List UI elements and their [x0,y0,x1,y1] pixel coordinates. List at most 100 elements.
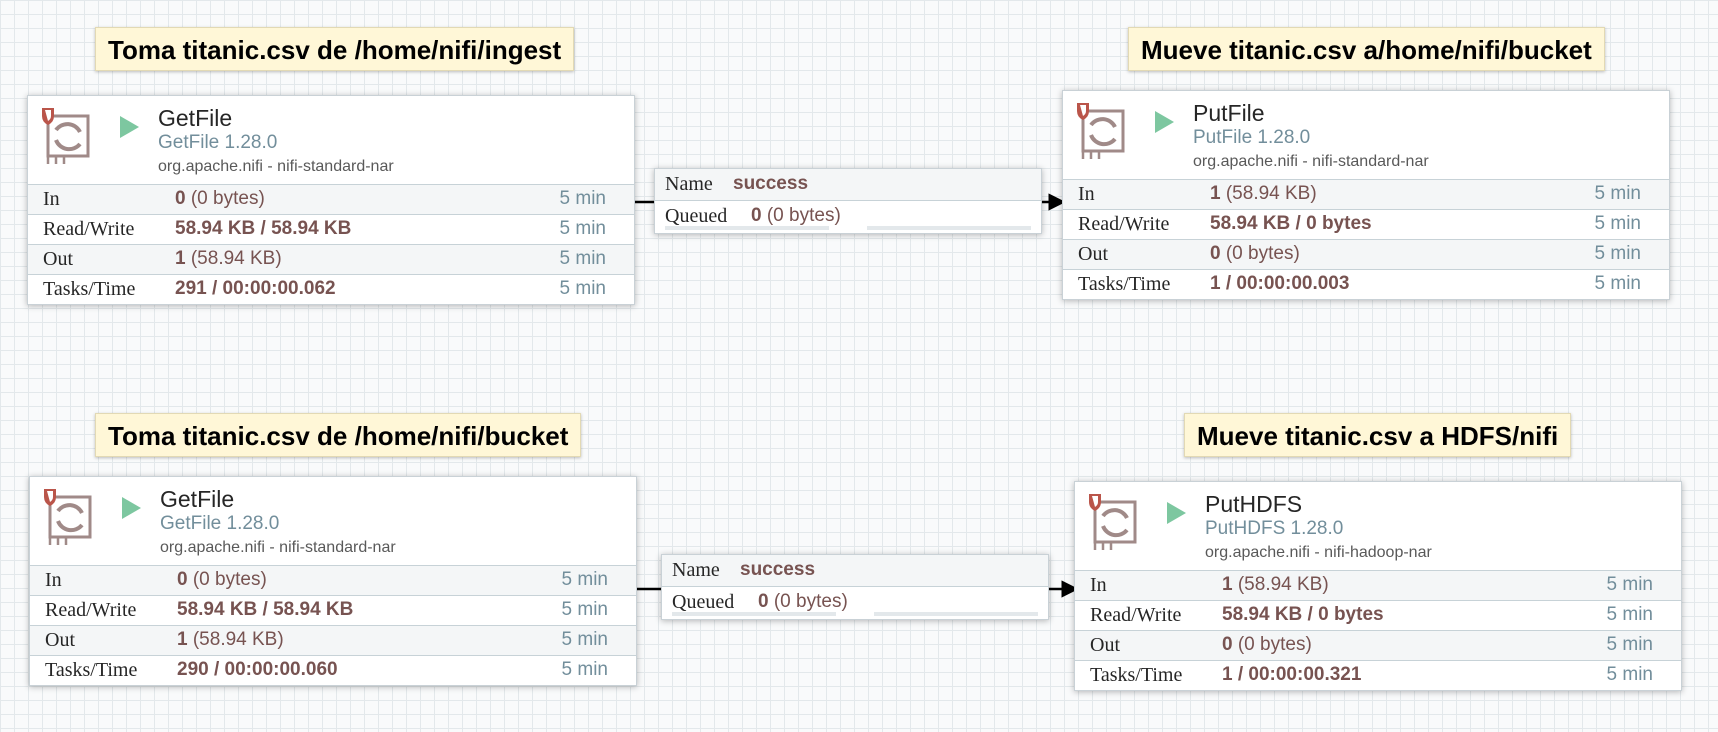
run-status-icon [120,116,139,138]
stat-time: 5 min [561,629,608,650]
stat-key: Out [1090,634,1120,656]
connection-box-1[interactable]: Name success Queued 0 (0 bytes) [654,168,1042,234]
stat-time: 5 min [1594,273,1641,294]
stats-row: In 1 (58.94 KB) 5 min [1063,179,1669,209]
run-status-icon [1155,111,1174,133]
stat-key: Read/Write [1090,604,1182,626]
stat-key: Out [1078,243,1108,265]
stat-time: 5 min [1606,574,1653,595]
processor-puthdfs[interactable]: PutHDFS PutHDFS 1.28.0 org.apache.nifi - n… [1074,481,1682,691]
stat-value: 58.94 KB / 0 bytes [1222,604,1384,625]
stat-time: 5 min [1594,213,1641,234]
stat-value: 1 / 00:00:00.003 [1210,273,1350,294]
processor-header: PutHDFS PutHDFS 1.28.0 org.apache.nifi - n… [1075,482,1681,570]
connection-queued-key: Queued [665,205,728,227]
processor-icon [42,108,90,164]
stat-time: 5 min [559,218,606,239]
stat-key: In [43,188,60,210]
queue-count-bar [665,226,829,230]
processor-bundle: org.apache.nifi - nifi-standard-nar [160,539,396,556]
connection-name-value: success [733,173,809,194]
stat-time: 5 min [561,599,608,620]
stats-row: Tasks/Time 1 / 00:00:00.321 5 min [1075,660,1681,690]
label-2[interactable]: Mueve titanic.csv a/home/nifi/bucket [1128,27,1605,71]
stats-row: Tasks/Time 290 / 00:00:00.060 5 min [30,655,636,685]
stat-value: 0 (0 bytes) [1210,243,1300,264]
connection-queued-value: 0 (0 bytes) [751,205,841,226]
processor-getfile-2[interactable]: GetFile GetFile 1.28.0 org.apache.nifi - n… [29,476,637,686]
stat-time: 5 min [1594,243,1641,264]
stat-time: 5 min [559,248,606,269]
connection-name-key: Name [672,559,720,581]
label-4[interactable]: Mueve titanic.csv a HDFS/nifi [1184,413,1572,457]
processor-header: PutFile PutFile 1.28.0 org.apache.nifi - n… [1063,91,1669,179]
processor-bundle: org.apache.nifi - nifi-standard-nar [158,158,394,175]
stats-row: In 0 (0 bytes) 5 min [30,565,636,595]
connection-queued-value: 0 (0 bytes) [758,591,848,612]
processor-bundle: org.apache.nifi - nifi-hadoop-nar [1205,544,1432,561]
stats-row: Out 0 (0 bytes) 5 min [1063,239,1669,269]
connection-name-key: Name [665,173,713,195]
processor-header: GetFile GetFile 1.28.0 org.apache.nifi - n… [30,477,636,565]
queue-size-bar [874,612,1038,616]
stat-value: 1 (58.94 KB) [1222,574,1329,595]
stat-value: 291 / 00:00:00.062 [175,278,336,299]
stat-key: In [45,569,62,591]
processor-header: GetFile GetFile 1.28.0 org.apache.nifi - n… [28,96,634,184]
stat-time: 5 min [1606,604,1653,625]
stats-row: Tasks/Time 291 / 00:00:00.062 5 min [28,274,634,304]
stat-value: 290 / 00:00:00.060 [177,659,338,680]
stats-row: Out 1 (58.94 KB) 5 min [28,244,634,274]
stat-value: 1 (58.94 KB) [177,629,284,650]
stat-value: 0 (0 bytes) [1222,634,1312,655]
label-3[interactable]: Toma titanic.csv de /home/nifi/bucket [95,413,582,457]
run-status-icon [1167,502,1186,524]
stats-row: Out 0 (0 bytes) 5 min [1075,630,1681,660]
processor-version: GetFile 1.28.0 [158,132,278,153]
processor-icon [1089,494,1137,550]
stat-value: 1 / 00:00:00.321 [1222,664,1362,685]
stat-value: 0 (0 bytes) [177,569,267,590]
stat-value: 58.94 KB / 0 bytes [1210,213,1372,234]
stat-key: In [1090,574,1107,596]
stat-key: Tasks/Time [43,278,136,300]
stat-time: 5 min [1594,183,1641,204]
stat-time: 5 min [561,569,608,590]
stat-time: 5 min [1606,634,1653,655]
stats-row: Read/Write 58.94 KB / 0 bytes 5 min [1063,209,1669,239]
run-status-icon [122,497,141,519]
processor-name: GetFile [160,486,235,512]
processor-name: PutHDFS [1205,491,1303,517]
stats-row: Read/Write 58.94 KB / 58.94 KB 5 min [30,595,636,625]
queue-count-bar [672,612,836,616]
stat-key: Read/Write [45,599,137,621]
stats-row: Out 1 (58.94 KB) 5 min [30,625,636,655]
stat-key: In [1078,183,1095,205]
stat-value: 1 (58.94 KB) [175,248,282,269]
stat-key: Read/Write [43,218,135,240]
label-1[interactable]: Toma titanic.csv de /home/nifi/ingest [95,27,575,71]
stats-row: Read/Write 58.94 KB / 0 bytes 5 min [1075,600,1681,630]
processor-version: PutFile 1.28.0 [1193,127,1311,148]
connection-box-2[interactable]: Name success Queued 0 (0 bytes) [661,554,1049,620]
stats-row: In 1 (58.94 KB) 5 min [1075,570,1681,600]
processor-version: GetFile 1.28.0 [160,513,280,534]
connection-name-value: success [740,559,816,580]
connection-queued-key: Queued [672,591,735,613]
stat-value: 0 (0 bytes) [175,188,265,209]
processor-getfile-1[interactable]: GetFile GetFile 1.28.0 org.apache.nifi - n… [27,95,635,305]
stat-time: 5 min [561,659,608,680]
processor-putfile[interactable]: PutFile PutFile 1.28.0 org.apache.nifi - n… [1062,90,1670,300]
stat-key: Tasks/Time [1078,273,1171,295]
stats-row: In 0 (0 bytes) 5 min [28,184,634,214]
processor-version: PutHDFS 1.28.0 [1205,518,1344,539]
stat-value: 58.94 KB / 58.94 KB [177,599,354,620]
stat-value: 58.94 KB / 58.94 KB [175,218,352,239]
stat-value: 1 (58.94 KB) [1210,183,1317,204]
stat-key: Tasks/Time [45,659,138,681]
processor-bundle: org.apache.nifi - nifi-standard-nar [1193,153,1429,170]
stat-key: Read/Write [1078,213,1170,235]
stat-time: 5 min [559,188,606,209]
stats-row: Tasks/Time 1 / 00:00:00.003 5 min [1063,269,1669,299]
stat-key: Out [43,248,73,270]
